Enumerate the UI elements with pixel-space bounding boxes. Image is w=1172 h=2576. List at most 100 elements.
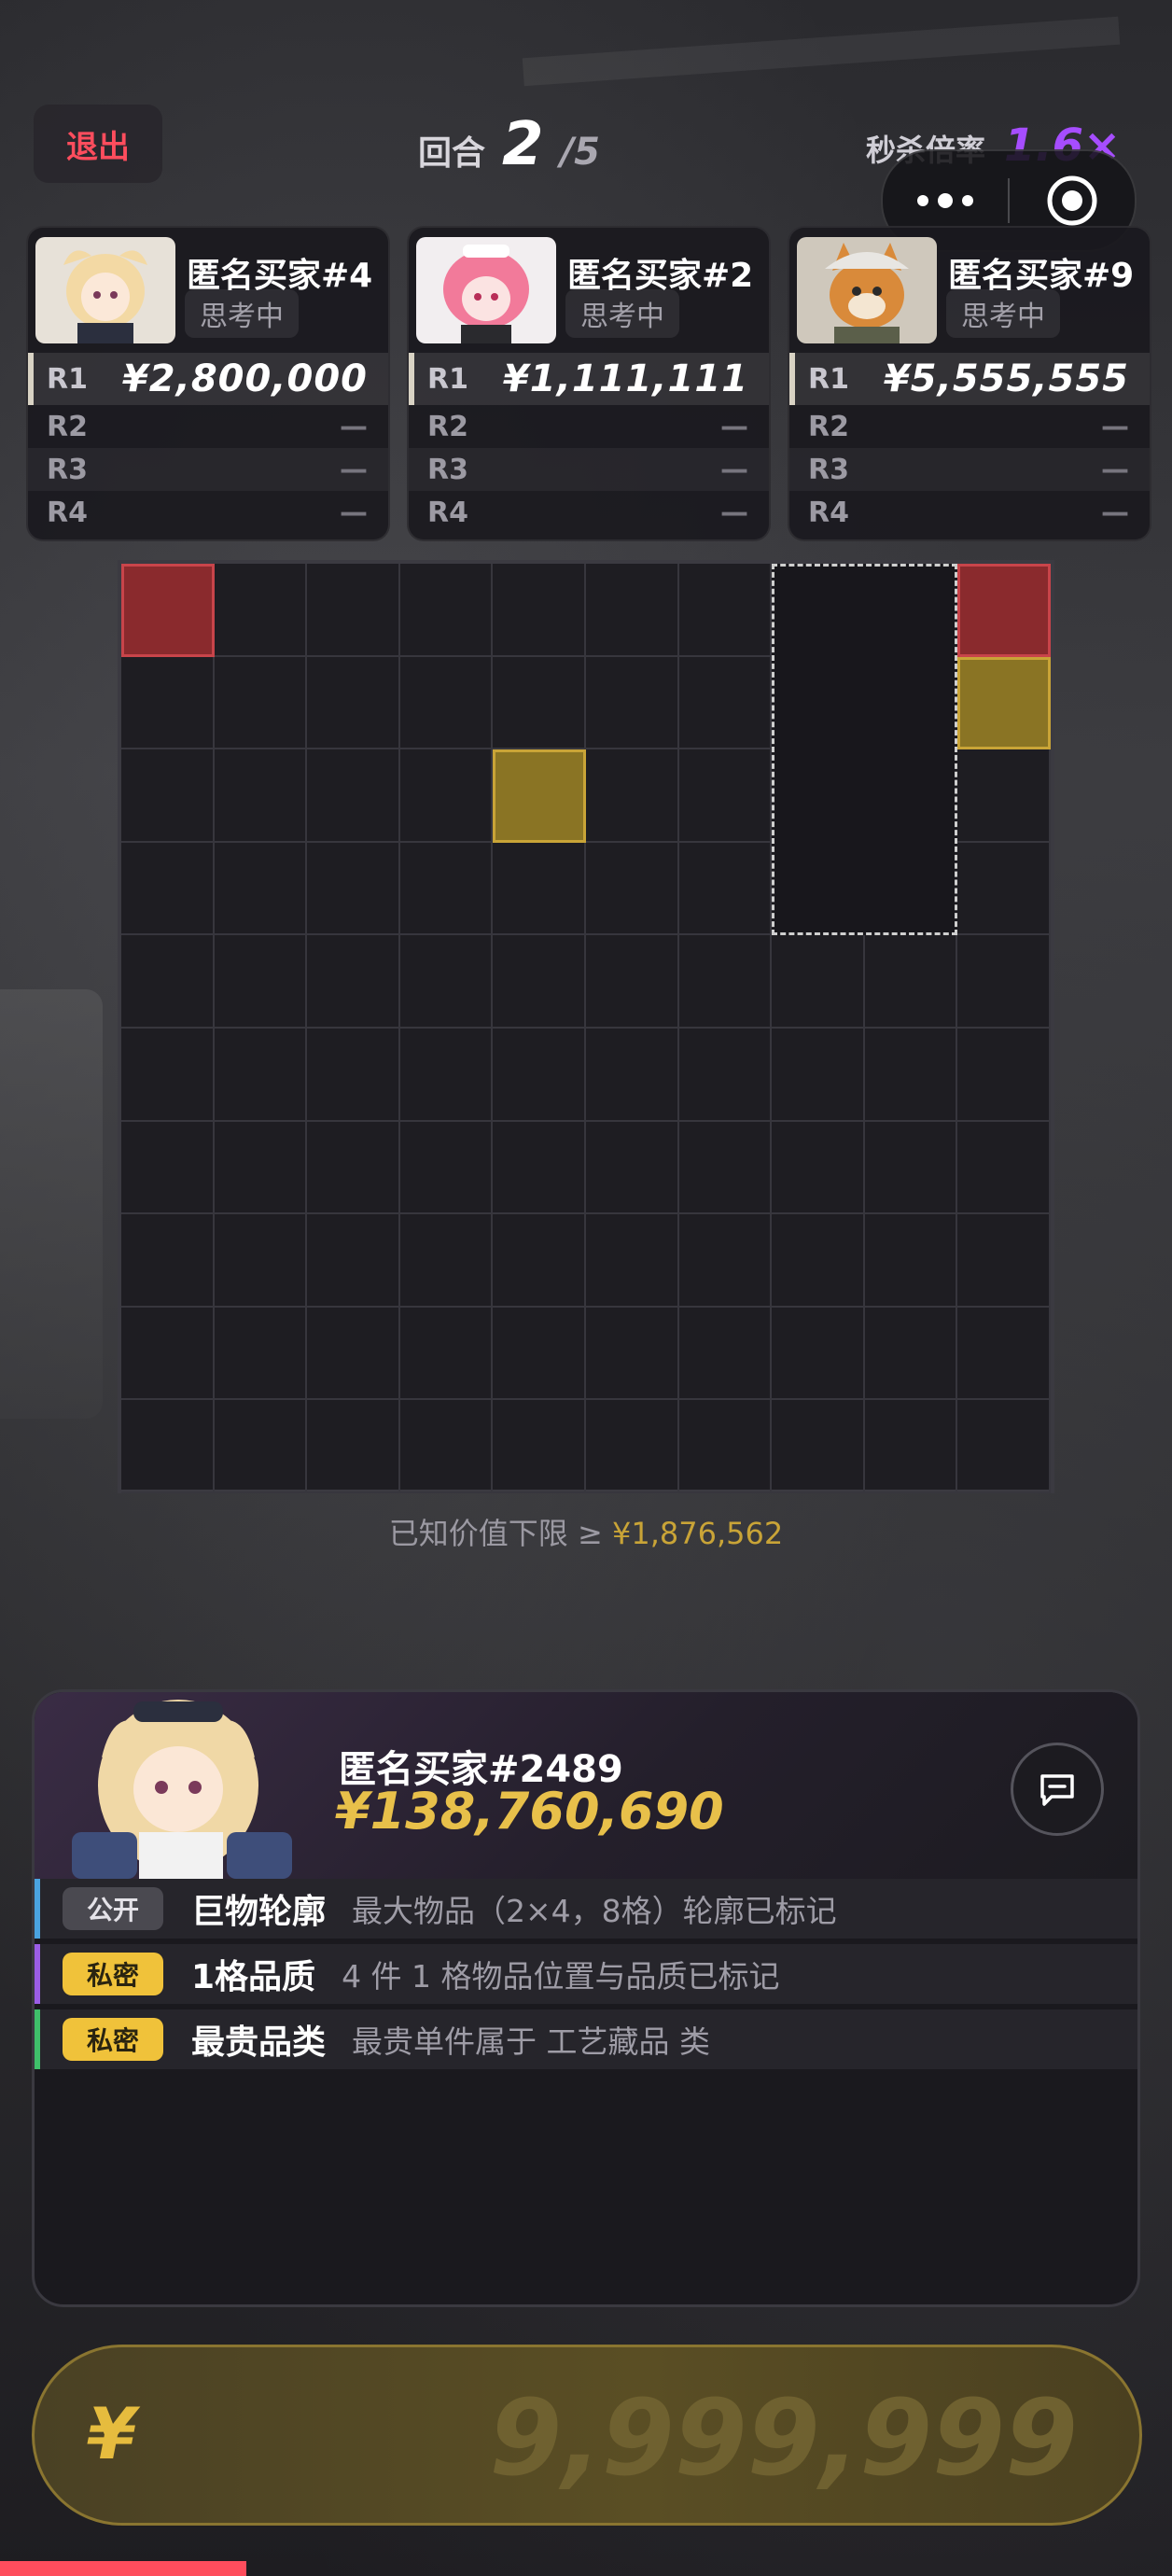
round-timer-bar [0,2561,246,2576]
grid-cell [586,564,679,657]
grid-cell [678,656,773,750]
grid-cell [586,1029,679,1122]
bid-input[interactable] [423,2377,1080,2500]
grid-cell [121,656,215,750]
grid-cell [214,1214,308,1308]
round-bid: — [720,453,748,486]
grid-cell [678,1121,773,1215]
round-current: 2 [502,110,544,179]
round-bid: — [340,496,368,529]
clue-accent [35,2009,40,2069]
grid-cell [957,749,1051,843]
grid-cell [678,1214,773,1308]
auction-screen: 退出 回合 2 /5 秒杀倍率 1.6× [0,0,1172,2576]
bid-row-r1: R1 ¥1,111,111 [409,353,769,405]
grid-cell [493,935,586,1029]
grid-cell [214,1307,308,1401]
bid-row-r2: R2 — [409,405,769,448]
warehouse-grid [118,560,1054,1493]
round-label: R4 [808,496,849,529]
grid-cell [678,749,773,843]
grid-cell-gold [493,749,586,843]
grid-cell [957,842,1051,936]
grid-cell [957,1307,1051,1401]
round-label: R3 [808,453,849,486]
clue-tag: 私密 [63,1953,163,1995]
grid-cell [214,656,308,750]
clue-title: 1格品质 [191,1958,316,1996]
grid-cell [864,1307,958,1401]
chat-button[interactable] [1011,1743,1104,1836]
player-card: 匿名买家#2 思考中 R1 ¥1,111,111 R2— R3— R4— [407,226,771,541]
grid-cell [678,564,773,657]
grid-cell [121,935,215,1029]
round-bid: — [720,496,748,529]
bid-row-r4: R4 — [789,491,1150,534]
grid-cell [493,564,586,657]
grid-cell [772,1307,865,1401]
exit-button[interactable]: 退出 [34,105,162,183]
round-label: R2 [47,410,88,443]
player-status: 思考中 [946,289,1060,338]
avatar [416,237,556,343]
grid-cell [493,1029,586,1122]
background-beam [522,16,1121,87]
round-bid: ¥5,555,555 [883,357,1129,400]
round-bid: — [720,410,748,443]
grid-cell [957,1214,1051,1308]
value-lower-bound: 已知价值下限 ≥ ¥1,876,562 [0,1510,1172,1553]
grid-cell [214,749,308,843]
grid-cell [678,1400,773,1493]
clue-title: 最贵品类 [191,2023,327,2062]
player-card: 匿名买家#9 思考中 R1 ¥5,555,555 R2— R3— R4— [788,226,1151,541]
avatar [59,1692,298,1879]
grid-cell [493,842,586,936]
clue-row: 私密 1格品质 4 件 1 格物品位置与品质已标记 [35,1944,1137,2004]
chat-bubble-icon [1040,1774,1074,1806]
grid-cell [307,564,400,657]
grid-cell [772,1214,865,1308]
bid-bar[interactable]: ¥ [32,2345,1142,2526]
grid-cell [586,1307,679,1401]
player-panel: 匿名买家#2489 ¥138,760,690 公开 巨物轮廓 最大物品（2×4，… [32,1689,1140,2307]
lower-bound-label: 已知价值下限 ≥ [388,1516,603,1551]
grid-cell [214,564,308,657]
grid-cell [307,1400,400,1493]
grid-cell [678,1307,773,1401]
grid-cell [493,1214,586,1308]
grid-cell [399,1121,494,1215]
grid-cell-red [121,564,215,657]
round-bid: ¥2,800,000 [121,357,368,400]
clue-description: 最大物品（2×4，8格）轮廓已标记 [352,1893,837,1929]
grid-cell [121,1307,215,1401]
grid-cell [399,1214,494,1308]
grid-cell-red [957,564,1051,657]
player-status: 思考中 [565,289,679,338]
grid-cell-gold [957,656,1051,750]
grid-cell [307,842,400,936]
clue-description: 最贵单件属于 工艺藏品 类 [352,2023,710,2060]
grid-cell [121,749,215,843]
clue-tag: 私密 [63,2018,163,2061]
round-label: R2 [427,410,468,443]
round-label: R3 [427,453,468,486]
grid-cell [678,935,773,1029]
grid-cell [586,749,679,843]
grid-cell [493,656,586,750]
grid-cell [214,1029,308,1122]
grid-cell [957,1121,1051,1215]
grid-cell [307,656,400,750]
self-money: ¥138,760,690 [335,1782,724,1841]
clue-title: 巨物轮廓 [191,1893,327,1931]
bid-row-r4: R4 — [28,491,388,534]
clue-row: 私密 最贵品类 最贵单件属于 工艺藏品 类 [35,2009,1137,2069]
round-label: R1 [427,362,468,396]
round-bid: — [1101,410,1129,443]
grid-cell [307,1307,400,1401]
round-bid: — [340,453,368,486]
avatar [35,237,175,343]
round-label: R1 [808,362,849,396]
clue-tag: 公开 [63,1887,163,1930]
bid-row-r2: R2 — [28,405,388,448]
grid-cell [214,935,308,1029]
